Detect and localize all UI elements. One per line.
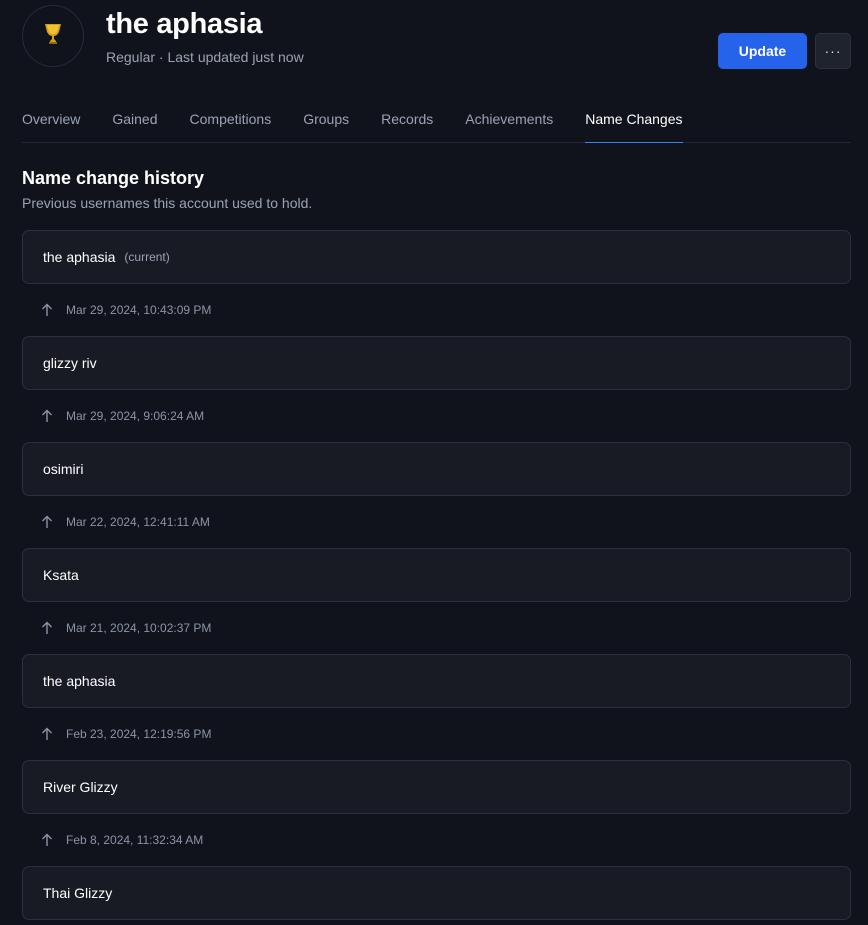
change-row: Feb 23, 2024, 12:19:56 PM [22,708,851,760]
tab-achievements[interactable]: Achievements [465,100,553,142]
arrow-up-icon [40,408,54,424]
section-title: Name change history [22,168,205,188]
username: River Glizzy [43,779,118,795]
change-row: Mar 21, 2024, 10:02:37 PM [22,602,851,654]
name-card: the aphasia (current) [22,230,851,284]
name-card: River Glizzy [22,760,851,814]
player-subtitle: Regular · Last updated just now [106,49,304,65]
arrow-up-icon [40,302,54,318]
player-header: the aphasia Regular · Last updated just … [22,5,851,69]
change-date: Mar 22, 2024, 12:41:11 AM [66,515,210,529]
change-row: Mar 29, 2024, 9:06:24 AM [22,390,851,442]
arrow-up-icon [40,620,54,636]
player-avatar [22,5,84,67]
username: Ksata [43,567,79,583]
tab-gained[interactable]: Gained [112,100,157,142]
arrow-up-icon [40,726,54,742]
change-date: Feb 8, 2024, 11:32:34 AM [66,833,204,847]
username: Thai Glizzy [43,885,113,901]
tab-groups[interactable]: Groups [303,100,349,142]
tab-competitions[interactable]: Competitions [190,100,272,142]
trophy-icon [43,22,63,51]
name-card: the aphasia [22,654,851,708]
ellipsis-icon: ··· [824,43,842,59]
arrow-up-icon [40,514,54,530]
name-card: Ksata [22,548,851,602]
change-date: Mar 29, 2024, 9:06:24 AM [66,409,205,423]
current-tag: (current) [124,250,170,264]
section-description: Previous usernames this account used to … [22,195,313,211]
change-date: Mar 21, 2024, 10:02:37 PM [66,621,212,635]
username: the aphasia [43,673,116,689]
tab-overview[interactable]: Overview [22,100,80,142]
change-row: Mar 29, 2024, 10:43:09 PM [22,284,851,336]
update-button[interactable]: Update [718,33,807,69]
change-row: Mar 22, 2024, 12:41:11 AM [22,496,851,548]
name-card: glizzy riv [22,336,851,390]
change-date: Mar 29, 2024, 10:43:09 PM [66,303,212,317]
name-card: Thai Glizzy [22,866,851,920]
username: glizzy riv [43,355,97,371]
change-row: Feb 8, 2024, 11:32:34 AM [22,814,851,866]
profile-tabs: Overview Gained Competitions Groups Reco… [22,100,851,143]
username: the aphasia [43,249,116,265]
username: osimiri [43,461,84,477]
change-date: Feb 23, 2024, 12:19:56 PM [66,727,212,741]
tab-name-changes[interactable]: Name Changes [585,100,683,143]
player-name: the aphasia [106,8,263,40]
tab-records[interactable]: Records [381,100,433,142]
name-card: osimiri [22,442,851,496]
more-options-button[interactable]: ··· [815,33,851,69]
name-history-list: the aphasia (current) Mar 29, 2024, 10:4… [22,230,851,920]
arrow-up-icon [40,832,54,848]
